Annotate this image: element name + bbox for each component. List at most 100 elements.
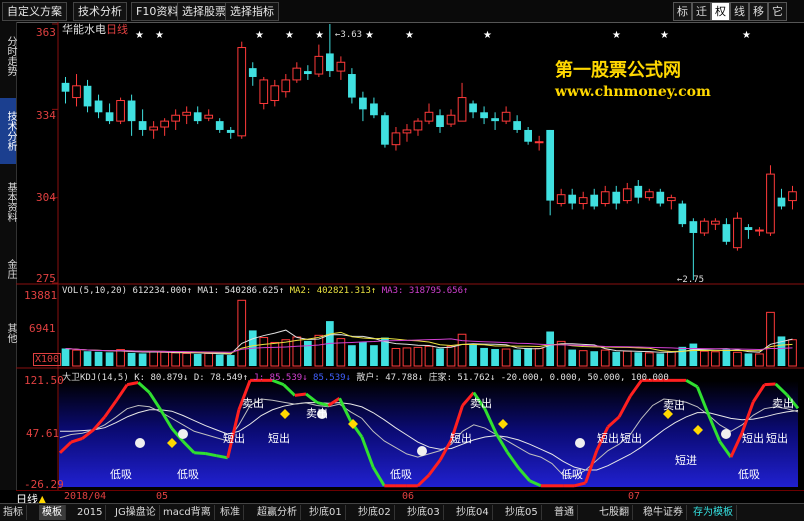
volume-ma1: MA1: 540286.625↑ <box>197 286 285 296</box>
volume-bar <box>600 349 610 367</box>
candle-body <box>634 185 643 198</box>
price-axis-label-2: 334 <box>36 109 56 122</box>
volume-bar <box>656 353 665 366</box>
kdj-j-segment <box>205 452 217 458</box>
tab-normal[interactable]: 普通 <box>551 505 578 520</box>
star-marker: ★ <box>285 30 294 41</box>
signal-short-4: 短出 <box>597 432 619 445</box>
date-label-3: 06 <box>402 491 415 502</box>
candle-body <box>61 82 70 92</box>
volume-bar <box>501 348 511 367</box>
candle-body <box>413 120 423 131</box>
candle-body <box>766 173 775 234</box>
volume-title: VOL(5,10,20) <box>62 286 128 296</box>
kdj-j-segment <box>764 382 776 387</box>
candle-body <box>160 120 169 128</box>
signal-low-4: 低吸 <box>561 468 583 481</box>
stock-title: 华能水电日线 <box>62 21 128 37</box>
signal-short-3: 短出 <box>450 432 472 445</box>
volume-bar <box>634 352 643 366</box>
tab-chaodi02[interactable]: 抄底02 <box>355 505 395 520</box>
smiley-icon <box>135 438 145 448</box>
candle-body <box>182 111 192 116</box>
high-annotation: ←3.63 <box>335 30 363 40</box>
tab-indicator[interactable]: 指标 <box>0 505 27 520</box>
tab-2015[interactable]: 2015 <box>74 505 107 520</box>
candle-body <box>149 126 158 131</box>
volume-bar <box>578 350 588 367</box>
volume-bar <box>72 349 81 367</box>
volume-bar <box>259 337 269 367</box>
signal-sell-5: 卖出 <box>772 397 794 410</box>
volume-bar <box>666 351 676 367</box>
volume-bar <box>171 352 181 367</box>
candle-body <box>270 85 280 102</box>
volume-bar <box>733 351 742 367</box>
star-marker: ★ <box>255 30 264 41</box>
candle-body <box>83 85 92 107</box>
star-marker: ★ <box>660 30 669 41</box>
watermark-url: www.chnmoney.com <box>555 84 711 100</box>
signal-low-2: 低吸 <box>177 468 199 481</box>
candle-body <box>612 191 621 204</box>
volume-bar <box>281 339 291 367</box>
candle-body <box>116 100 125 122</box>
candle-body <box>524 129 532 142</box>
volume-axis-max: 13881 <box>24 289 58 302</box>
signal-short-2: 短出 <box>268 432 290 445</box>
star-marker: ★ <box>612 30 621 41</box>
candle-body <box>424 111 434 122</box>
candle-body <box>534 141 544 144</box>
signal-short-6: 短出 <box>742 432 764 445</box>
tab-template[interactable]: 模板 <box>39 505 66 520</box>
candle-body <box>744 227 753 231</box>
volume-bar <box>370 345 378 366</box>
signal-sell-3: 卖出 <box>470 397 492 410</box>
candle-body <box>711 220 720 225</box>
volume-bar <box>744 353 753 366</box>
tab-chaodi04[interactable]: 抄底04 <box>453 505 493 520</box>
candle-body <box>292 67 302 81</box>
candle-body <box>72 85 81 99</box>
tab-chaodi01[interactable]: 抄底01 <box>306 505 346 520</box>
volume-bar <box>391 347 401 367</box>
volume-bar <box>237 299 247 367</box>
tab-chaodi05[interactable]: 抄底05 <box>502 505 542 520</box>
tab-jg[interactable]: JG操盘论 <box>112 505 160 520</box>
volume-bar <box>766 311 775 367</box>
low-annotation: ←2.75 <box>677 275 705 285</box>
candle-body <box>590 194 599 207</box>
volume-bar <box>226 355 235 366</box>
kdj-j-segment <box>216 454 229 460</box>
tab-chaodi03[interactable]: 抄底03 <box>404 505 444 520</box>
candle-body <box>259 79 269 104</box>
volume-bar <box>534 347 544 367</box>
candle-body <box>656 191 665 204</box>
candle-body <box>226 129 235 133</box>
date-label-4: 07 <box>628 491 641 502</box>
candle-body <box>777 197 786 207</box>
candle-body <box>336 61 346 72</box>
volume-bar <box>105 352 114 366</box>
stock-chart-area[interactable]: ★ ★ ★ ★ ★ ★ ★ ★ ★ ★ ★ <box>0 0 804 520</box>
candle-body <box>370 103 378 116</box>
tab-qiguofan[interactable]: 七股翻 <box>596 505 633 520</box>
candle-body <box>402 129 412 134</box>
candle-body <box>788 191 797 202</box>
volume-bar <box>424 345 434 367</box>
candle-body <box>248 68 257 77</box>
volume-axis-mid: 6941 <box>29 322 56 335</box>
candle-body <box>501 111 511 122</box>
save-as-template-button[interactable]: 存为模板 <box>690 505 737 520</box>
volume-bar <box>303 340 312 366</box>
bottom-tab-bar: 指标 模板 2015 JG操盘论 macd背离 标准 超赢分析 抄底01 抄底0… <box>0 503 804 521</box>
kdj-axis-mid: 47.61 <box>26 427 60 440</box>
tab-macd[interactable]: macd背离 <box>160 505 215 520</box>
tab-wenniu[interactable]: 稳牛证券 <box>640 505 687 520</box>
candle-body <box>622 188 632 202</box>
volume-bar <box>402 347 412 367</box>
volume-bar <box>182 352 192 367</box>
kdj-d: D: 78.549↑ <box>193 373 248 383</box>
tab-standard[interactable]: 标准 <box>217 505 244 520</box>
tab-chaoying[interactable]: 超赢分析 <box>254 505 301 520</box>
